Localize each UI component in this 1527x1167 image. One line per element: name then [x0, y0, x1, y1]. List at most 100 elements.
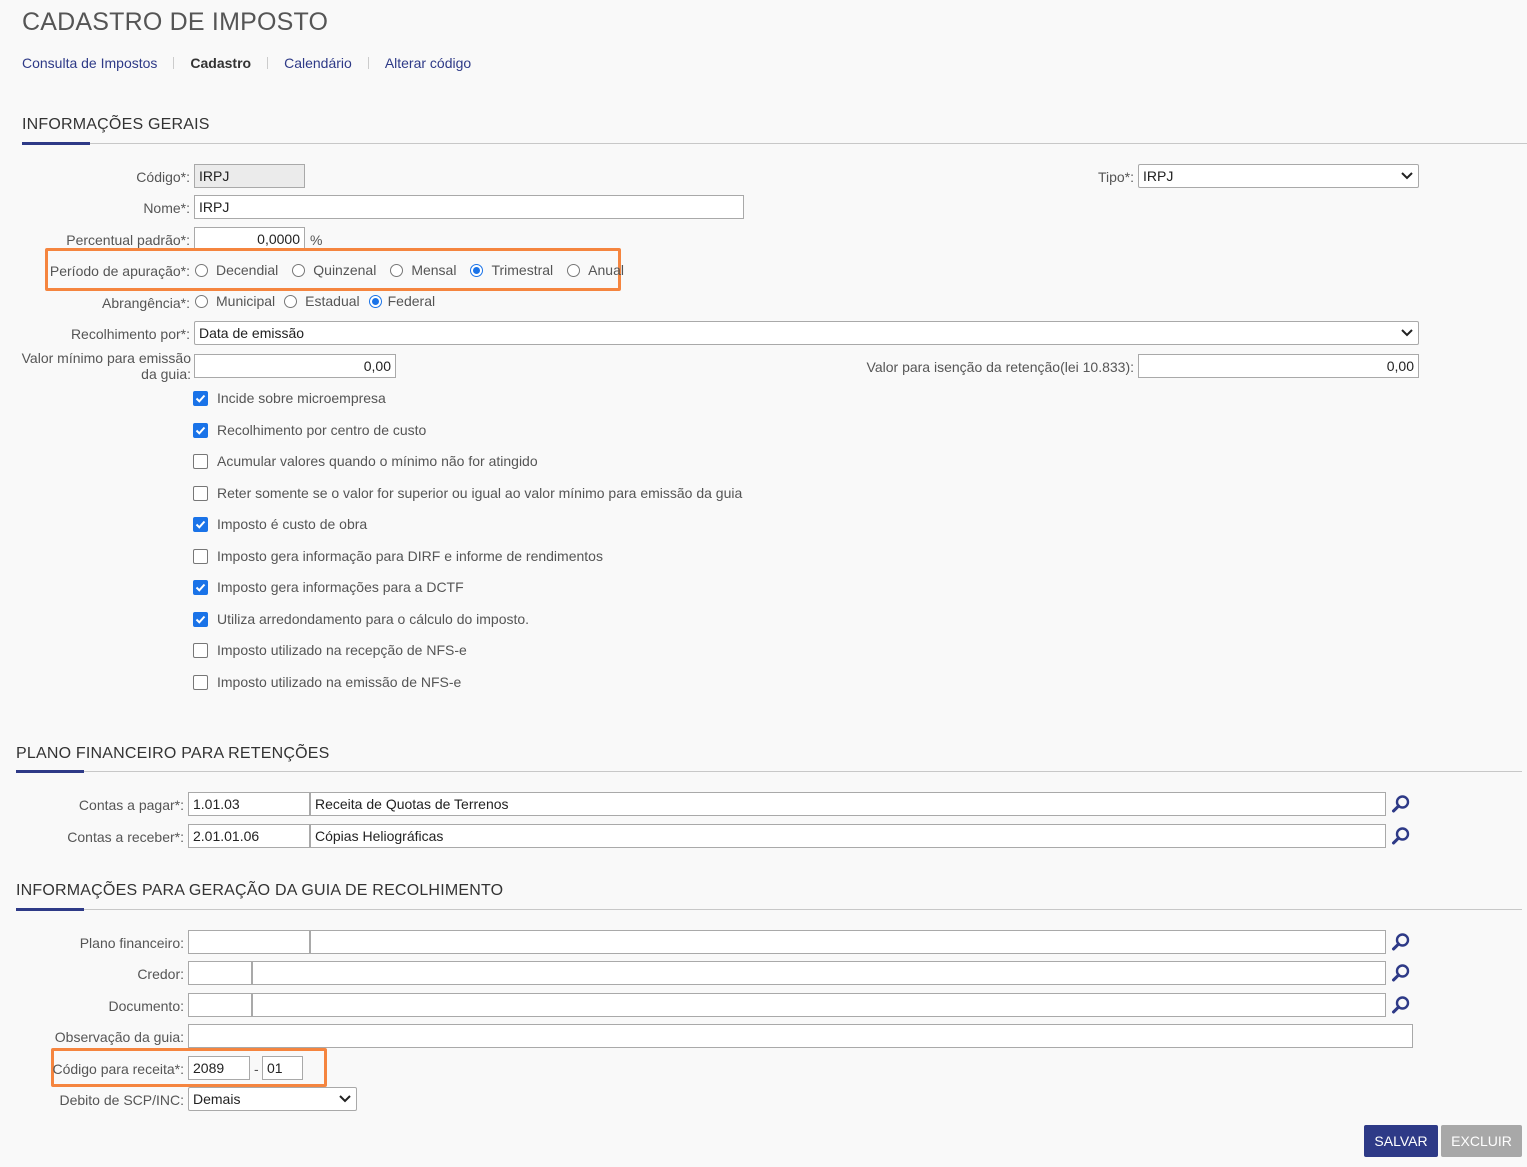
documento-code-input[interactable] [188, 993, 252, 1017]
checkbox-label[interactable]: Imposto gera informações para a DCTF [217, 579, 464, 595]
observacao-input[interactable] [188, 1024, 1413, 1048]
checkbox-custo-obra[interactable] [193, 516, 208, 532]
documento-desc-input[interactable] [252, 993, 1386, 1017]
credor-code-input[interactable] [188, 961, 252, 985]
checkbox-microempresa[interactable] [193, 390, 208, 406]
search-icon[interactable] [1389, 993, 1413, 1017]
observacao-label: Observação da guia: [54, 1029, 184, 1045]
section-divider [22, 143, 1527, 144]
radio-label-trimestral[interactable]: Trimestral [491, 262, 553, 278]
section-divider [16, 909, 1522, 910]
save-button[interactable]: SALVAR [1364, 1125, 1438, 1157]
radio-trimestral[interactable] [470, 263, 484, 277]
section-accent [16, 770, 84, 773]
search-icon[interactable] [1389, 792, 1413, 816]
checkbox-row[interactable]: Imposto gera informação para DIRF e info… [193, 548, 603, 564]
nome-input[interactable]: IRPJ [194, 195, 744, 219]
radio-mensal[interactable] [390, 263, 404, 277]
checkbox-dctf[interactable] [193, 579, 208, 595]
radio-label-decendial[interactable]: Decendial [216, 262, 278, 278]
section-title-financial: PLANO FINANCEIRO PARA RETENÇÕES [16, 745, 330, 762]
debito-scp-select-value: Demais [193, 1091, 241, 1107]
radio-label-quinzenal[interactable]: Quinzenal [313, 262, 376, 278]
nav-cadastro[interactable]: Cadastro [190, 55, 251, 71]
recolhimento-select[interactable]: Data de emissão [194, 321, 1419, 345]
section-title-general: INFORMAÇÕES GERAIS [22, 116, 210, 133]
search-icon[interactable] [1389, 961, 1413, 985]
checkbox-label[interactable]: Reter somente se o valor for superior ou… [217, 485, 742, 501]
codigo-label: Código*: [136, 169, 190, 185]
valor-minimo-label-line1: Valor mínimo para emissão [21, 350, 191, 366]
search-icon[interactable] [1389, 824, 1413, 848]
delete-button[interactable]: EXCLUIR [1441, 1125, 1522, 1157]
checkbox-label[interactable]: Imposto é custo de obra [217, 516, 367, 532]
checkbox-row[interactable]: Imposto utilizado na recepção de NFS-e [193, 642, 467, 658]
checkbox-nfse-recepcao[interactable] [193, 642, 208, 658]
nav-alterar-codigo[interactable]: Alterar código [385, 55, 471, 71]
tipo-select-value: IRPJ [1143, 168, 1174, 184]
tipo-select[interactable]: IRPJ [1138, 164, 1419, 188]
radio-federal[interactable] [368, 294, 382, 308]
checkbox-label[interactable]: Imposto utilizado na recepção de NFS-e [217, 642, 467, 658]
checkbox-dirf[interactable] [193, 548, 208, 564]
radio-label-municipal[interactable]: Municipal [216, 293, 275, 309]
codigo-input[interactable]: IRPJ [194, 164, 305, 188]
nav-separator [267, 57, 269, 69]
checkbox-acumular-valores[interactable] [193, 453, 208, 469]
checkbox-label[interactable]: Imposto utilizado na emissão de NFS-e [217, 674, 461, 690]
checkbox-centro-custo[interactable] [193, 422, 208, 438]
plano-financeiro-desc-input[interactable] [310, 930, 1386, 954]
checkbox-row[interactable]: Imposto gera informações para a DCTF [193, 579, 464, 595]
radio-estadual[interactable] [284, 294, 298, 308]
checkbox-label[interactable]: Imposto gera informação para DIRF e info… [217, 548, 603, 564]
codigo-receita-input-2[interactable]: 01 [262, 1056, 303, 1080]
codigo-receita-input-1[interactable]: 2089 [188, 1056, 250, 1080]
contas-receber-code-input[interactable]: 2.01.01.06 [188, 824, 310, 848]
checkbox-reter-somente[interactable] [193, 485, 208, 501]
checkbox-row[interactable]: Acumular valores quando o mínimo não for… [193, 453, 538, 469]
contas-pagar-label: Contas a pagar*: [78, 797, 184, 813]
valor-minimo-label-line2: da guia: [141, 366, 191, 382]
debito-scp-select[interactable]: Demais [188, 1087, 357, 1111]
radio-quinzenal[interactable] [292, 263, 306, 277]
nav-consulta-impostos[interactable]: Consulta de Impostos [22, 55, 157, 71]
nav-separator [173, 57, 175, 69]
abrangencia-label: Abrangência*: [102, 295, 190, 311]
search-icon[interactable] [1389, 930, 1413, 954]
checkbox-row[interactable]: Imposto é custo de obra [193, 516, 367, 532]
checkbox-row[interactable]: Incide sobre microempresa [193, 390, 386, 406]
section-accent [16, 908, 84, 911]
radio-decendial[interactable] [195, 263, 208, 277]
checkbox-label[interactable]: Incide sobre microempresa [217, 390, 386, 406]
checkbox-label[interactable]: Recolhimento por centro de custo [217, 422, 426, 438]
valor-isencao-input[interactable]: 0,00 [1138, 354, 1419, 378]
checkbox-row[interactable]: Imposto utilizado na emissão de NFS-e [193, 674, 461, 690]
contas-pagar-code-input[interactable]: 1.01.03 [188, 792, 310, 816]
credor-desc-input[interactable] [252, 961, 1386, 985]
checkbox-row[interactable]: Utiliza arredondamento para o cálculo do… [193, 611, 529, 627]
codigo-receita-label: Código para receita*: [52, 1061, 184, 1077]
radio-label-federal[interactable]: Federal [388, 293, 435, 309]
radio-anual[interactable] [567, 263, 581, 277]
radio-label-mensal[interactable]: Mensal [411, 262, 456, 278]
nome-label: Nome*: [143, 200, 190, 216]
checkbox-label[interactable]: Utiliza arredondamento para o cálculo do… [217, 611, 529, 627]
credor-label: Credor: [137, 966, 184, 982]
nav-separator [367, 57, 369, 69]
checkbox-label[interactable]: Acumular valores quando o mínimo não for… [217, 453, 538, 469]
checkbox-nfse-emissao[interactable] [193, 674, 208, 690]
contas-receber-desc-input[interactable]: Cópias Heliográficas [310, 824, 1386, 848]
contas-pagar-desc-input[interactable]: Receita de Quotas de Terrenos [310, 792, 1386, 816]
chevron-down-icon [339, 1095, 351, 1103]
checkbox-arredondamento[interactable] [193, 611, 208, 627]
radio-label-anual[interactable]: Anual [588, 262, 624, 278]
abrangencia-radio-group: Municipal Estadual Federal [195, 293, 449, 309]
radio-municipal[interactable] [195, 294, 208, 308]
radio-label-estadual[interactable]: Estadual [305, 293, 359, 309]
valor-minimo-input[interactable]: 0,00 [194, 354, 396, 378]
plano-financeiro-code-input[interactable] [188, 930, 310, 954]
page-title: CADASTRO DE IMPOSTO [22, 8, 329, 36]
nav-calendario[interactable]: Calendário [284, 55, 352, 71]
checkbox-row[interactable]: Recolhimento por centro de custo [193, 422, 426, 438]
checkbox-row[interactable]: Reter somente se o valor for superior ou… [193, 485, 742, 501]
